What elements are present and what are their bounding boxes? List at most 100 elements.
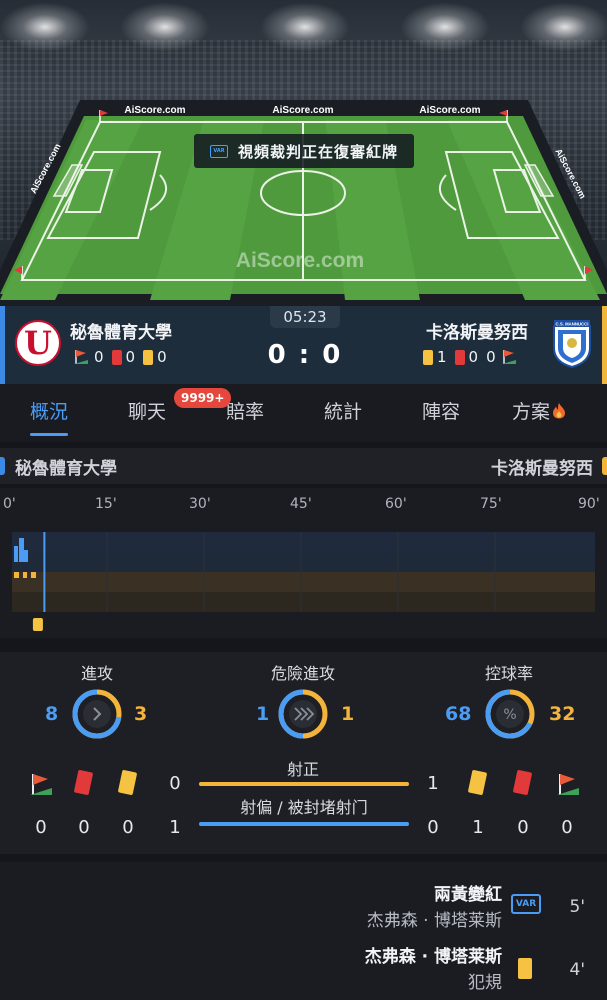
shots-off-bar xyxy=(199,822,409,826)
shots-on-target-bar xyxy=(199,782,409,786)
event-list: 兩黃變紅 杰弗森 · 博塔莱斯 VAR 5' 杰弗森 · 博塔莱斯 犯規 4' xyxy=(0,862,607,1000)
board-brand-2: AiScore.com xyxy=(272,105,333,116)
var-review-text: 視頻裁判正在復審紅牌 xyxy=(237,142,398,161)
possession-label: 控球率 xyxy=(484,664,533,683)
attacks-donut xyxy=(72,689,122,739)
home-red-cards: 0 xyxy=(111,348,136,366)
away-yellow-cards: 1 xyxy=(423,348,447,366)
stats-panel: 進攻 8 3 危險進攻 1 1 控球率 68 % 32 射正 0 1 射偏 / … xyxy=(0,652,607,854)
corner-flag-icon xyxy=(74,350,88,364)
red-card-icon xyxy=(512,769,533,796)
home-corners: 0 xyxy=(72,348,104,366)
pitch-animation: AiScore.com AiScore.com AiScore.com AiSc… xyxy=(0,0,607,306)
home-team-name[interactable]: 秘魯體育大學 xyxy=(70,318,172,343)
home-yellow-count: 0 xyxy=(157,348,167,366)
pitch-watermark: AiScore.com xyxy=(236,249,364,272)
away-team-logo[interactable]: C.S. MANNUCCI xyxy=(551,318,593,369)
red-card-icon xyxy=(454,349,465,365)
event-title: 兩黃變紅 xyxy=(434,885,502,905)
yellow-card-icon xyxy=(467,769,488,796)
away-color-edge xyxy=(602,306,607,384)
home-yellow-cards: 0 xyxy=(143,348,167,366)
away-mini-stats: 1 0 0 xyxy=(423,347,522,367)
away-logo-text: C.S. MANNUCCI xyxy=(556,322,589,327)
home-red-count: 0 xyxy=(125,348,136,366)
attacks-away: 3 xyxy=(134,703,148,725)
possession-donut: % xyxy=(485,689,535,739)
away-yellow-total: 1 xyxy=(472,817,484,838)
var-icon: VAR xyxy=(511,894,541,914)
board-brand-1: AiScore.com xyxy=(124,105,185,116)
tab-tips[interactable]: 方案 xyxy=(490,384,588,442)
shots-off-home: 1 xyxy=(169,817,181,838)
var-review-banner: VAR 視頻裁判正在復審紅牌 xyxy=(194,134,414,168)
yellow-card-icon xyxy=(423,349,433,365)
percent-icon: % xyxy=(503,707,516,723)
away-team-name[interactable]: 卡洛斯曼努西 xyxy=(426,318,528,343)
tab-tips-label: 方案 xyxy=(511,401,550,423)
tab-lineup[interactable]: 陣容 xyxy=(392,384,490,442)
away-color-marker xyxy=(602,457,607,475)
corner-flag-icon xyxy=(501,350,516,364)
away-corners: 0 xyxy=(486,348,518,366)
fire-icon xyxy=(553,403,565,419)
board-brand-3: AiScore.com xyxy=(419,105,480,116)
possession-home: 68 xyxy=(445,703,472,725)
overview-home-name: 秘魯體育大學 xyxy=(15,459,117,479)
chat-unread-badge: 9999+ xyxy=(174,388,232,408)
away-corners-total: 0 xyxy=(561,817,573,838)
dangerous-attacks-label: 危險進攻 xyxy=(270,664,335,683)
var-icon: VAR xyxy=(209,144,228,158)
tab-bar: 概況 聊天 賠率 統計 陣容 方案 xyxy=(0,384,607,442)
event-minute: 4' xyxy=(569,960,586,980)
red-card-icon xyxy=(73,769,94,796)
home-team-logo[interactable]: U xyxy=(15,320,61,366)
match-clock: 05:23 xyxy=(270,306,340,328)
home-color-edge xyxy=(0,306,5,384)
home-corners-total: 0 xyxy=(35,817,47,838)
away-momentum-bar xyxy=(31,572,36,578)
home-momentum-bar xyxy=(14,546,18,562)
match-score: 0 : 0 xyxy=(267,340,343,370)
overview-team-header: 秘魯體育大學 卡洛斯曼努西 xyxy=(0,448,607,484)
overview-away-name: 卡洛斯曼努西 xyxy=(491,459,593,479)
event-detail: 犯規 xyxy=(468,973,502,993)
match-page: AiScore.com AiScore.com AiScore.com AiSc… xyxy=(0,0,607,1000)
attacks-home: 8 xyxy=(45,703,59,725)
away-corners-count: 0 xyxy=(486,348,496,366)
arrow-icon-bg xyxy=(83,700,111,728)
tab-overview[interactable]: 概況 xyxy=(0,384,98,442)
home-color-marker xyxy=(0,457,5,475)
yellow-card-icon xyxy=(117,769,138,796)
match-timeline: 0' 15' 30' 45' 60' 75' 90' xyxy=(0,488,607,638)
away-red-total: 0 xyxy=(517,817,529,838)
home-momentum-bar xyxy=(19,538,24,562)
dangerous-attacks-away: 1 xyxy=(341,703,355,725)
home-red-total: 0 xyxy=(78,817,90,838)
momentum-chart xyxy=(12,532,595,631)
shots-on-target-label: 射正 xyxy=(286,760,319,779)
tab-stats[interactable]: 統計 xyxy=(294,384,392,442)
away-red-count: 0 xyxy=(468,348,479,366)
away-momentum-bar xyxy=(14,572,19,578)
corner-flag-icon xyxy=(557,774,579,795)
home-mini-stats: 0 0 0 xyxy=(72,347,171,367)
corner-flag-icon xyxy=(30,774,52,795)
event-title: 杰弗森 · 博塔莱斯 xyxy=(364,947,502,967)
home-corners-count: 0 xyxy=(94,348,104,366)
dangerous-attacks-donut xyxy=(278,689,328,739)
attacks-label: 進攻 xyxy=(80,664,113,683)
shots-on-target-away: 1 xyxy=(427,773,439,794)
away-momentum-bar xyxy=(23,572,27,578)
home-yellow-total: 0 xyxy=(122,817,134,838)
event-minute: 5' xyxy=(569,897,586,917)
red-card-icon xyxy=(111,349,122,365)
yellow-card-event-marker xyxy=(32,618,43,631)
home-logo-letter: U xyxy=(24,324,52,362)
shots-off-away: 0 xyxy=(427,817,439,838)
event-player: 杰弗森 · 博塔莱斯 xyxy=(366,911,502,931)
away-yellow-count: 1 xyxy=(437,348,447,366)
possession-away: 32 xyxy=(549,703,576,725)
dangerous-attacks-home: 1 xyxy=(256,703,270,725)
shots-off-label: 射偏 / 被封堵射门 xyxy=(240,798,368,817)
